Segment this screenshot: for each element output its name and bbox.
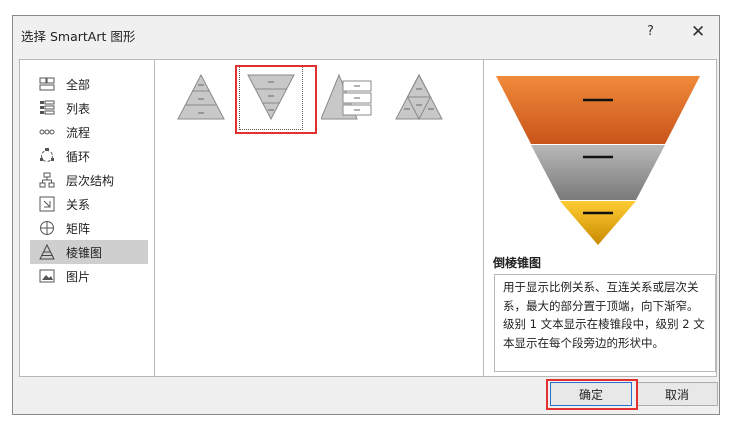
category-label: 棱锥图: [66, 245, 103, 260]
category-label: 层次结构: [66, 173, 115, 188]
pyramid-icon: [39, 244, 55, 260]
cancel-button[interactable]: 取消: [636, 382, 718, 406]
layout-gallery: [154, 59, 484, 377]
choose-smartart-dialog: 选择 SmartArt 图形 ? ✕ 全部 列表 流程 循环 层次结构 关系 矩…: [12, 15, 720, 415]
category-label: 矩阵: [66, 221, 91, 236]
basic-pyramid-icon: [176, 73, 226, 124]
pyramid-segment-middle: [531, 145, 665, 200]
relationship-icon: [39, 196, 55, 212]
close-button[interactable]: ✕: [691, 22, 705, 42]
picture-icon: [39, 268, 55, 284]
layout-basic-pyramid[interactable]: [169, 66, 233, 130]
hierarchy-icon: [39, 172, 55, 188]
category-label: 关系: [66, 197, 91, 212]
pyramid-segment-top: [496, 76, 700, 144]
dialog-title: 选择 SmartArt 图形: [21, 29, 136, 44]
pyramid-list-icon: [320, 73, 377, 124]
category-picture[interactable]: 图片: [30, 264, 148, 288]
process-icon: [39, 124, 55, 140]
segmented-pyramid-icon: [394, 73, 444, 124]
category-process[interactable]: 流程: [30, 120, 148, 144]
list-icon: [39, 100, 55, 116]
category-matrix[interactable]: 矩阵: [30, 216, 148, 240]
preview-description: 用于显示比例关系、互连关系或层次关系，最大的部分置于顶端，向下渐窄。级别 1 文…: [494, 274, 716, 372]
category-list-item[interactable]: 列表: [30, 96, 148, 120]
layout-highlight: [235, 65, 317, 134]
category-label: 流程: [66, 125, 91, 140]
category-pyramid[interactable]: 棱锥图: [30, 240, 148, 264]
preview-layout-name: 倒棱锥图: [493, 256, 542, 270]
category-cycle[interactable]: 循环: [30, 144, 148, 168]
help-button[interactable]: ?: [647, 24, 654, 39]
all-icon: [39, 76, 55, 92]
category-label: 全部: [66, 77, 91, 92]
layout-segmented-pyramid[interactable]: [387, 66, 451, 130]
category-hierarchy[interactable]: 层次结构: [30, 168, 148, 192]
category-label: 列表: [66, 101, 91, 116]
category-label: 图片: [66, 269, 91, 284]
pyramid-segment-bottom: [560, 201, 636, 245]
category-label: 循环: [66, 149, 91, 164]
layout-pyramid-list[interactable]: [317, 66, 381, 130]
cycle-icon: [39, 148, 55, 164]
category-list: 全部 列表 流程 循环 层次结构 关系 矩阵 棱锥图 图片: [19, 59, 155, 377]
ok-button-highlight: [546, 379, 638, 410]
category-relationship[interactable]: 关系: [30, 192, 148, 216]
matrix-icon: [39, 220, 55, 236]
inverted-pyramid-preview: [496, 76, 700, 245]
category-all[interactable]: 全部: [30, 72, 148, 96]
